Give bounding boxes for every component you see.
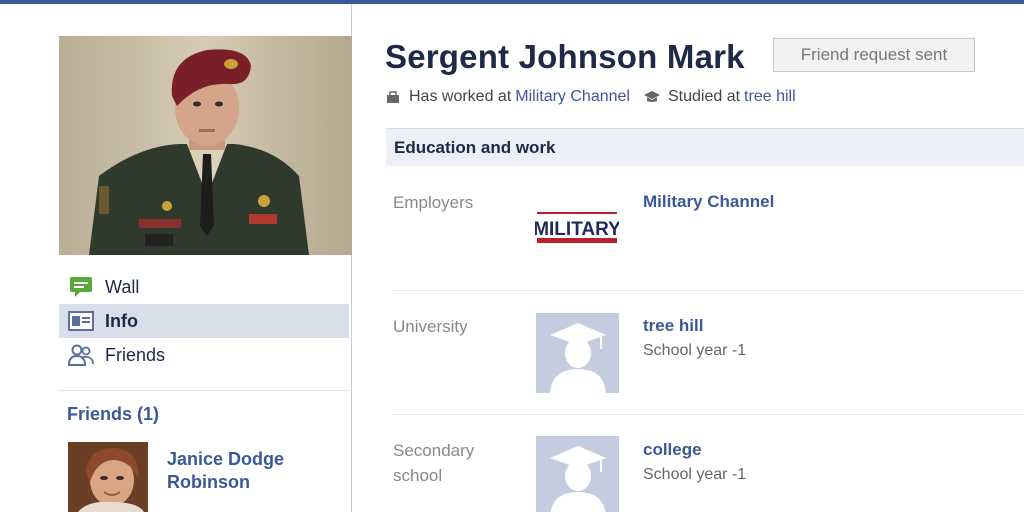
graduate-silhouette-icon (550, 323, 606, 393)
secondary-school-year: School year -1 (643, 466, 747, 483)
nav-item-friends[interactable]: Friends (59, 338, 349, 372)
education-work-header: Education and work (386, 128, 1024, 166)
nav-item-wall[interactable]: Wall (59, 270, 349, 304)
profile-summary-line: Has worked at Military Channel Studied a… (385, 88, 796, 106)
university-school-year: School year -1 (643, 342, 747, 359)
studied-at-link[interactable]: tree hill (744, 88, 796, 106)
nav-item-label: Info (105, 310, 138, 331)
profile-nav: Wall Info Friends (59, 270, 349, 372)
graduate-silhouette-icon (550, 446, 606, 512)
profile-name: Sergent Johnson Mark (385, 38, 745, 75)
friends-people-icon (68, 344, 94, 366)
military-logo-text: MILITARY (535, 219, 619, 240)
profile-photo[interactable] (59, 36, 352, 255)
employers-label: Employers (393, 193, 474, 212)
friend-avatar[interactable] (68, 442, 148, 512)
secondary-school-name-link[interactable]: college (643, 440, 702, 460)
employer-name-link[interactable]: Military Channel (643, 192, 774, 212)
nav-item-label: Wall (105, 276, 140, 297)
friend-name-link[interactable]: Janice Dodge Robinson (167, 448, 337, 494)
nav-item-info[interactable]: Info (59, 304, 349, 338)
secondary-school-label: Secondary school (393, 438, 474, 488)
row-divider (392, 290, 1024, 291)
university-label: University (393, 317, 468, 336)
studied-prefix: Studied at (667, 88, 741, 105)
briefcase-icon (385, 89, 401, 105)
military-channel-logo[interactable]: MILITARY (533, 208, 621, 248)
university-name-link[interactable]: tree hill (643, 316, 703, 336)
graduation-cap-icon (643, 89, 660, 105)
worked-prefix: Has worked at (409, 88, 512, 105)
friends-count-link[interactable]: Friends (1) (67, 404, 159, 425)
secondary-label-line2: school (393, 466, 443, 485)
wall-speech-bubble-icon (68, 276, 94, 298)
secondary-placeholder-thumbnail[interactable] (536, 436, 619, 512)
nav-item-label: Friends (105, 344, 166, 365)
secondary-label-line1: Secondary (393, 441, 475, 460)
info-card-icon (68, 310, 94, 332)
sidebar-divider (59, 390, 349, 391)
worked-at-link[interactable]: Military Channel (515, 88, 630, 106)
row-divider (392, 414, 1024, 415)
university-placeholder-thumbnail[interactable] (536, 313, 619, 393)
friend-request-sent-button[interactable]: Friend request sent (773, 38, 975, 72)
